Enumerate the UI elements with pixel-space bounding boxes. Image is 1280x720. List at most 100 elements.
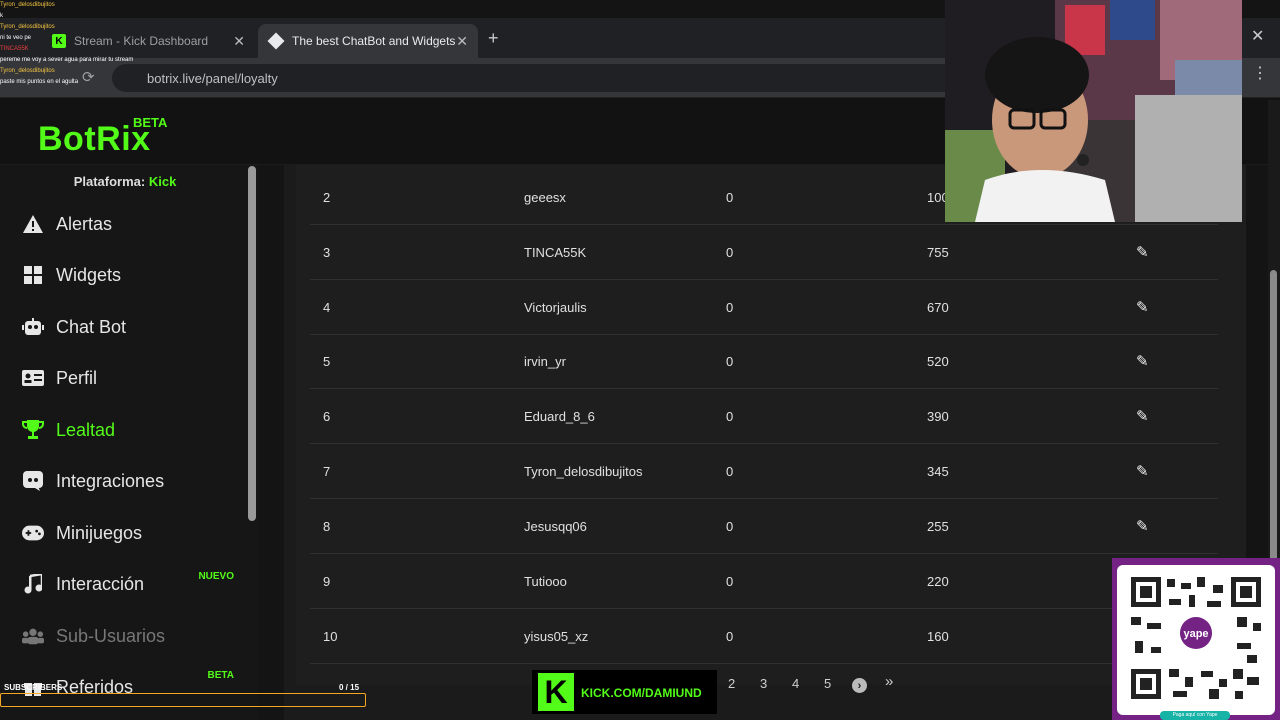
sidebar-item-label: Minijuegos	[56, 522, 143, 543]
username-cell: Jesusqq06	[524, 519, 587, 534]
table-row: 6 Eduard_8_6 0 390 ✎	[310, 389, 1218, 444]
sidebar-item-chat-bot[interactable]: Chat Bot	[0, 302, 248, 352]
kick-logo-icon: K	[538, 673, 574, 711]
users-icon	[22, 625, 44, 647]
close-tab-icon[interactable]: ✕	[233, 33, 245, 50]
sidebar-item-perfil[interactable]: Perfil	[0, 353, 248, 403]
sidebar-item-label: Alertas	[56, 213, 113, 234]
beta-badge: BETA	[207, 670, 234, 681]
grid-icon	[22, 264, 44, 286]
points-cell: 255	[927, 519, 949, 534]
chat-message: ni te veo pe	[0, 35, 32, 41]
points-cell: 160	[927, 629, 949, 644]
value-cell: 0	[726, 519, 734, 534]
points-cell: 520	[927, 354, 949, 369]
platform-value: Kick	[148, 174, 177, 189]
username-cell: geeesx	[524, 190, 566, 205]
close-window-icon[interactable]: ✕	[1251, 26, 1264, 46]
sidebar-item-label: Sub-Usuarios	[56, 625, 166, 646]
rank-cell: 9	[323, 574, 331, 589]
points-cell: 670	[927, 300, 949, 315]
sidebar-item-lealtad[interactable]: Lealtad	[0, 405, 248, 455]
edit-pencil-icon[interactable]: ✎	[1136, 499, 1149, 554]
table-row: 3 TINCA55K 0 755 ✎	[310, 225, 1218, 280]
sidebar-item-minijuegos[interactable]: Minijuegos	[0, 508, 248, 558]
sidebar-item-label: Integraciones	[56, 470, 165, 491]
edit-pencil-icon[interactable]: ✎	[1136, 444, 1149, 499]
rank-cell: 6	[323, 409, 331, 424]
logo-beta-badge: BETA	[133, 115, 168, 130]
chat-message: k	[0, 13, 3, 19]
table-row: 5 irvin_yr 0 520 ✎	[310, 334, 1218, 389]
webcam-overlay	[945, 0, 1242, 222]
id-card-icon	[22, 367, 44, 389]
robot-icon	[22, 316, 44, 338]
sidebar-item-widgets[interactable]: Widgets	[0, 250, 248, 300]
table-row: 4 Victorjaulis 0 670 ✎	[310, 280, 1218, 335]
points-cell: 220	[927, 574, 949, 589]
edit-pencil-icon[interactable]: ✎	[1136, 280, 1149, 335]
page-button[interactable]: 3	[760, 676, 767, 691]
username-cell: Victorjaulis	[524, 300, 587, 315]
last-page-icon[interactable]: »	[885, 673, 893, 690]
page-button[interactable]: 5	[824, 676, 831, 691]
chat-message: paste mis puntos en el agulta	[0, 79, 79, 85]
edit-pencil-icon[interactable]: ✎	[1136, 334, 1149, 389]
username-cell: irvin_yr	[524, 354, 566, 369]
trophy-icon	[22, 419, 44, 441]
value-cell: 0	[726, 464, 734, 479]
platform-indicator: Plataforma: Kick	[0, 174, 250, 189]
sidebar-scrollbar[interactable]	[248, 166, 256, 521]
browser-menu-icon[interactable]: ⋮	[1252, 66, 1268, 82]
tab-botrix[interactable]: The best ChatBot and Widgets ✕	[258, 24, 478, 58]
qr-footer: Paga aquí con Yape	[1160, 711, 1230, 720]
table-row: 7 Tyron_delosdibujitos 0 345 ✎	[310, 444, 1218, 499]
value-cell: 0	[726, 409, 734, 424]
rank-cell: 5	[323, 354, 331, 369]
points-cell: 345	[927, 464, 949, 479]
new-tab-button[interactable]: +	[488, 28, 499, 49]
rank-cell: 2	[323, 190, 331, 205]
table-row: 10 yisus05_xz 0 160	[310, 609, 1218, 664]
sidebar-item-sub-usuarios[interactable]: Sub-Usuarios	[0, 611, 248, 661]
chat-user: Tyron_delosdibujitos	[0, 2, 55, 8]
sidebar-item-interaccion[interactable]: Interacción NUEVO	[0, 559, 248, 609]
sub-goal-label: SUBSCRIBERS	[4, 683, 63, 692]
new-badge: NUEVO	[198, 571, 234, 582]
points-cell: 755	[927, 245, 949, 260]
value-cell: 0	[726, 190, 734, 205]
rank-cell: 8	[323, 519, 331, 534]
page-button[interactable]: 2	[728, 676, 735, 691]
value-cell: 0	[726, 354, 734, 369]
value-cell: 0	[726, 629, 734, 644]
chat-user: Tyron_delosdibujitos	[0, 24, 55, 30]
rank-cell: 3	[323, 245, 331, 260]
rank-cell: 4	[323, 300, 331, 315]
close-tab-icon[interactable]: ✕	[456, 33, 468, 50]
tab-label: The best ChatBot and Widgets	[292, 34, 456, 48]
sidebar-item-integraciones[interactable]: Integraciones	[0, 456, 248, 506]
points-cell: 390	[927, 409, 949, 424]
page-button[interactable]: 4	[792, 676, 799, 691]
kick-channel-url: KICK.COM/DAMIUND	[581, 686, 702, 700]
rank-cell: 7	[323, 464, 331, 479]
chat-user: Tyron_delosdibujitos	[0, 68, 55, 74]
edit-pencil-icon[interactable]: ✎	[1136, 389, 1149, 444]
discord-icon	[22, 470, 44, 492]
chat-overlay: Tyron_delosdibujitos k Tyron_delosdibuji…	[0, 0, 215, 90]
username-cell: Eduard_8_6	[524, 409, 595, 424]
value-cell: 0	[726, 300, 734, 315]
sidebar-item-label: Interacción	[56, 573, 145, 594]
sub-goal-count: 0 / 15	[339, 683, 360, 692]
username-cell: Tutiooo	[524, 574, 567, 589]
gamepad-icon	[22, 522, 44, 544]
edit-pencil-icon[interactable]: ✎	[1136, 225, 1149, 280]
rank-cell: 10	[323, 629, 338, 644]
next-page-icon[interactable]: ›	[852, 678, 867, 693]
music-icon	[22, 573, 44, 595]
sidebar-item-label: Perfil	[56, 367, 98, 388]
table-row: 9 Tutiooo 0 220	[310, 554, 1218, 609]
username-cell: yisus05_xz	[524, 629, 589, 644]
warning-icon	[22, 213, 44, 235]
sidebar-item-alertas[interactable]: Alertas	[0, 199, 248, 249]
